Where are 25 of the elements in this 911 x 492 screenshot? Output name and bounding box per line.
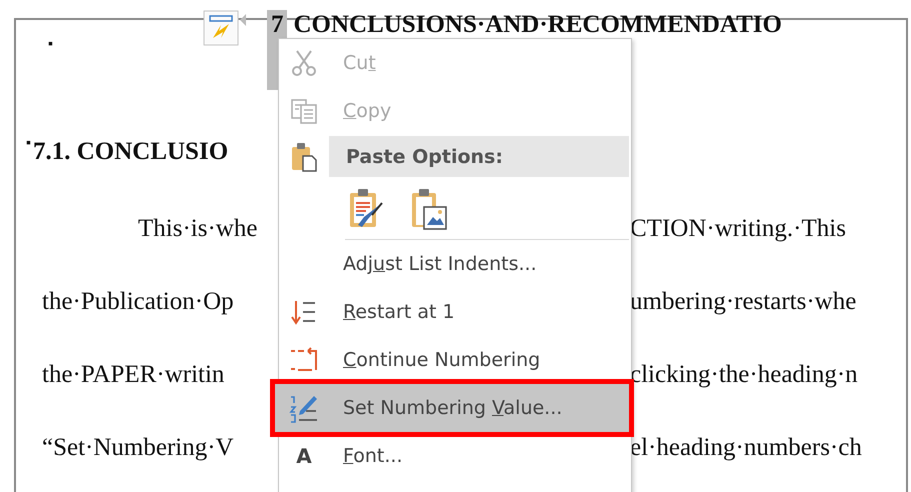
clipboard-picture-icon: [410, 186, 450, 230]
formatting-mark: ▪: [26, 137, 31, 151]
copy-icon: [289, 97, 319, 125]
body-text: CTION·writing.·This: [630, 214, 846, 242]
body-text: el·heading·numbers·ch: [630, 434, 862, 462]
menu-item[interactable]: A Font...: [279, 432, 631, 480]
menu-item[interactable]: Set Numbering Value...: [275, 384, 629, 432]
lightning-icon[interactable]: [203, 10, 247, 46]
subheading: 7.1. CONCLUSIO: [32, 138, 228, 166]
menu-item[interactable]: Restart at 1: [279, 288, 631, 336]
clipboard-icon: [289, 140, 319, 172]
body-text: the·Publication·Op: [42, 288, 234, 316]
menu-item[interactable]: Adjust List Indents...: [279, 240, 631, 288]
body-text: the·PAPER·writin: [42, 360, 224, 388]
numbered-list-pen-icon: [288, 393, 320, 423]
menu-item[interactable]: Continue Numbering: [279, 336, 631, 384]
menu-section-header: Paste Options:: [329, 136, 629, 177]
body-text: “Set·Numbering·V: [42, 434, 234, 462]
heading-title: CONCLUSIONS·AND·RECOMMENDATIO: [293, 10, 782, 40]
body-text: umbering·restarts·whe: [630, 288, 856, 316]
font-icon: A: [296, 444, 312, 468]
formatting-mark: ▪: [48, 38, 53, 52]
scissors-icon: [289, 48, 319, 78]
body-text: clicking·the·heading·n: [630, 360, 858, 388]
body-text: This·is·whe: [138, 214, 258, 242]
